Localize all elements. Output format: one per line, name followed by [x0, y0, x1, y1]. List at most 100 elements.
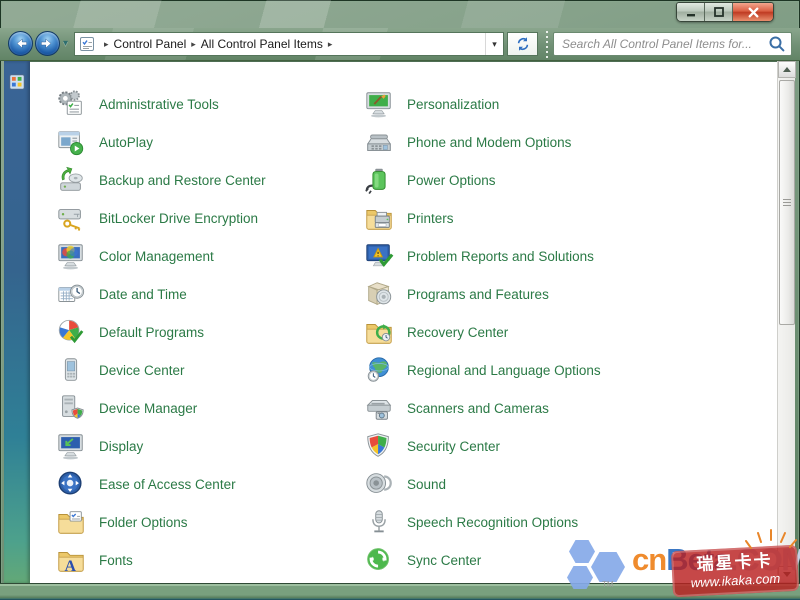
control-panel-item[interactable]: Device Center	[56, 351, 358, 389]
control-panel-item-label: Default Programs	[99, 324, 205, 340]
control-panel-item-label: Device Center	[99, 362, 185, 378]
color-mgmt-icon	[56, 241, 86, 271]
control-panel-item[interactable]: AutoPlay	[56, 123, 358, 161]
control-panel-item[interactable]: Backup and Restore Center	[56, 161, 358, 199]
control-panel-item-label: Fonts	[99, 552, 133, 568]
control-panel-item-label: Phone and Modem Options	[407, 134, 572, 150]
breadcrumb-arrow[interactable]: ▸	[328, 39, 333, 50]
back-button[interactable]	[8, 31, 33, 56]
control-panel-item[interactable]: Ease of Access Center	[56, 465, 358, 503]
control-panel-item[interactable]: System	[364, 579, 694, 584]
control-panel-item[interactable]: Administrative Tools	[56, 85, 358, 123]
address-dropdown-button[interactable]: ▾	[485, 33, 503, 55]
breadcrumb-arrow[interactable]: ▸	[191, 39, 196, 50]
control-panel-item-label: Scanners and Cameras	[407, 400, 549, 416]
control-panel-item[interactable]: Recovery Center	[364, 313, 694, 351]
control-panel-item[interactable]: Scanners and Cameras	[364, 389, 694, 427]
sound-icon	[364, 469, 394, 499]
control-panel-item[interactable]: Display	[56, 427, 358, 465]
control-panel-item-label: Printers	[407, 210, 454, 226]
control-panel-item-label: Speech Recognition Options	[407, 514, 579, 530]
control-panel-item-label: Regional and Language Options	[407, 362, 601, 378]
back-arrow-icon	[16, 38, 27, 49]
navigation-bar: ▾ ▸ Control Panel ▸ All Control Panel It…	[0, 28, 800, 61]
svg-text:A: A	[64, 558, 76, 575]
control-panel-item[interactable]: Folder Options	[56, 503, 358, 541]
control-panel-item[interactable]: Problem Reports and Solutions	[364, 237, 694, 275]
minimize-button[interactable]	[677, 3, 705, 21]
power-icon	[364, 165, 394, 195]
control-panel-item-label: Color Management	[99, 248, 214, 264]
control-panel-item[interactable]: Color Management	[56, 237, 358, 275]
control-panel-item-label: AutoPlay	[99, 134, 154, 150]
breadcrumb-control-panel[interactable]: Control Panel	[114, 37, 187, 51]
scroll-up-icon	[783, 67, 791, 72]
control-panel-item-label: Problem Reports and Solutions	[407, 248, 594, 264]
control-panel-item[interactable]: Programs and Features	[364, 275, 694, 313]
control-panel-item-label: Ease of Access Center	[99, 476, 236, 492]
left-frame-strip	[4, 61, 30, 583]
scanners-icon	[364, 393, 394, 423]
control-panel-window: ▾ ▸ Control Panel ▸ All Control Panel It…	[0, 0, 800, 600]
breadcrumb-arrow: ▸	[104, 38, 109, 49]
control-panel-item-label: Security Center	[407, 438, 501, 454]
control-panel-item-label: Programs and Features	[407, 286, 549, 302]
control-panel-item[interactable]: A Fonts	[56, 541, 358, 579]
forward-arrow-icon	[41, 38, 52, 49]
maximize-button[interactable]	[705, 3, 733, 21]
refresh-button[interactable]	[507, 32, 538, 56]
forward-button[interactable]	[35, 31, 60, 56]
scrollbar-grip-icon	[783, 199, 791, 207]
control-panel-item[interactable]: Regional and Language Options	[364, 351, 694, 389]
title-bar[interactable]	[0, 0, 800, 28]
ease-access-icon	[56, 469, 86, 499]
control-panel-item[interactable]: Speech Recognition Options	[364, 503, 694, 541]
close-button[interactable]	[733, 3, 773, 21]
control-panel-item-label: Personalization	[407, 96, 500, 112]
control-panel-item[interactable]: Game Controllers	[56, 579, 358, 584]
breadcrumb-all-control-panel-items[interactable]: All Control Panel Items	[201, 37, 323, 51]
control-panel-item-label: Display	[99, 438, 144, 454]
control-panel-item[interactable]: BitLocker Drive Encryption	[56, 199, 358, 237]
programs-features-icon	[364, 279, 394, 309]
control-panel-item[interactable]: Default Programs	[56, 313, 358, 351]
control-panel-item[interactable]: Personalization	[364, 85, 694, 123]
device-manager-icon	[56, 393, 86, 423]
maximize-icon	[713, 7, 724, 17]
vertical-scrollbar[interactable]	[777, 61, 796, 583]
control-panel-item[interactable]: Phone and Modem Options	[364, 123, 694, 161]
control-panel-item[interactable]: Device Manager	[56, 389, 358, 427]
control-panel-item-label: Device Manager	[99, 400, 198, 416]
control-panel-item[interactable]: Power Options	[364, 161, 694, 199]
control-panel-item[interactable]: Sound	[364, 465, 694, 503]
sync-icon	[364, 545, 394, 575]
scrollbar-up-button[interactable]	[778, 61, 796, 78]
control-panel-item[interactable]: Security Center	[364, 427, 694, 465]
default-programs-icon	[56, 317, 86, 347]
control-panel-item-label: Folder Options	[99, 514, 188, 530]
scrollbar-thumb[interactable]	[779, 80, 795, 325]
close-icon	[748, 7, 758, 17]
scrollbar-down-button[interactable]	[778, 566, 796, 583]
magnifier-icon[interactable]	[768, 35, 786, 53]
items-column-right: Personalization Phone and Modem Options Po…	[364, 62, 694, 584]
printers-icon	[364, 203, 394, 233]
phone-modem-icon	[364, 127, 394, 157]
control-panel-item[interactable]: Sync Center	[364, 541, 694, 579]
control-panel-item[interactable]: Printers	[364, 199, 694, 237]
regional-icon	[364, 355, 394, 385]
control-panel-item[interactable]: Date and Time	[56, 275, 358, 313]
bottom-frame-strip	[0, 583, 800, 600]
breadcrumb[interactable]: ▸ Control Panel ▸ All Control Panel Item…	[74, 32, 504, 56]
refresh-icon	[517, 37, 528, 51]
control-panel-item-label: Administrative Tools	[99, 96, 219, 112]
search-box[interactable]	[553, 32, 792, 56]
control-panel-item-label: Date and Time	[99, 286, 187, 302]
system-icon	[364, 583, 394, 584]
search-input[interactable]	[554, 37, 768, 51]
fonts-icon: A	[56, 545, 86, 575]
control-panel-item-label: Sync Center	[407, 552, 482, 568]
control-panel-small-icon	[9, 74, 25, 90]
recent-pages-button[interactable]: ▾	[63, 38, 68, 49]
date-time-icon	[56, 279, 86, 309]
